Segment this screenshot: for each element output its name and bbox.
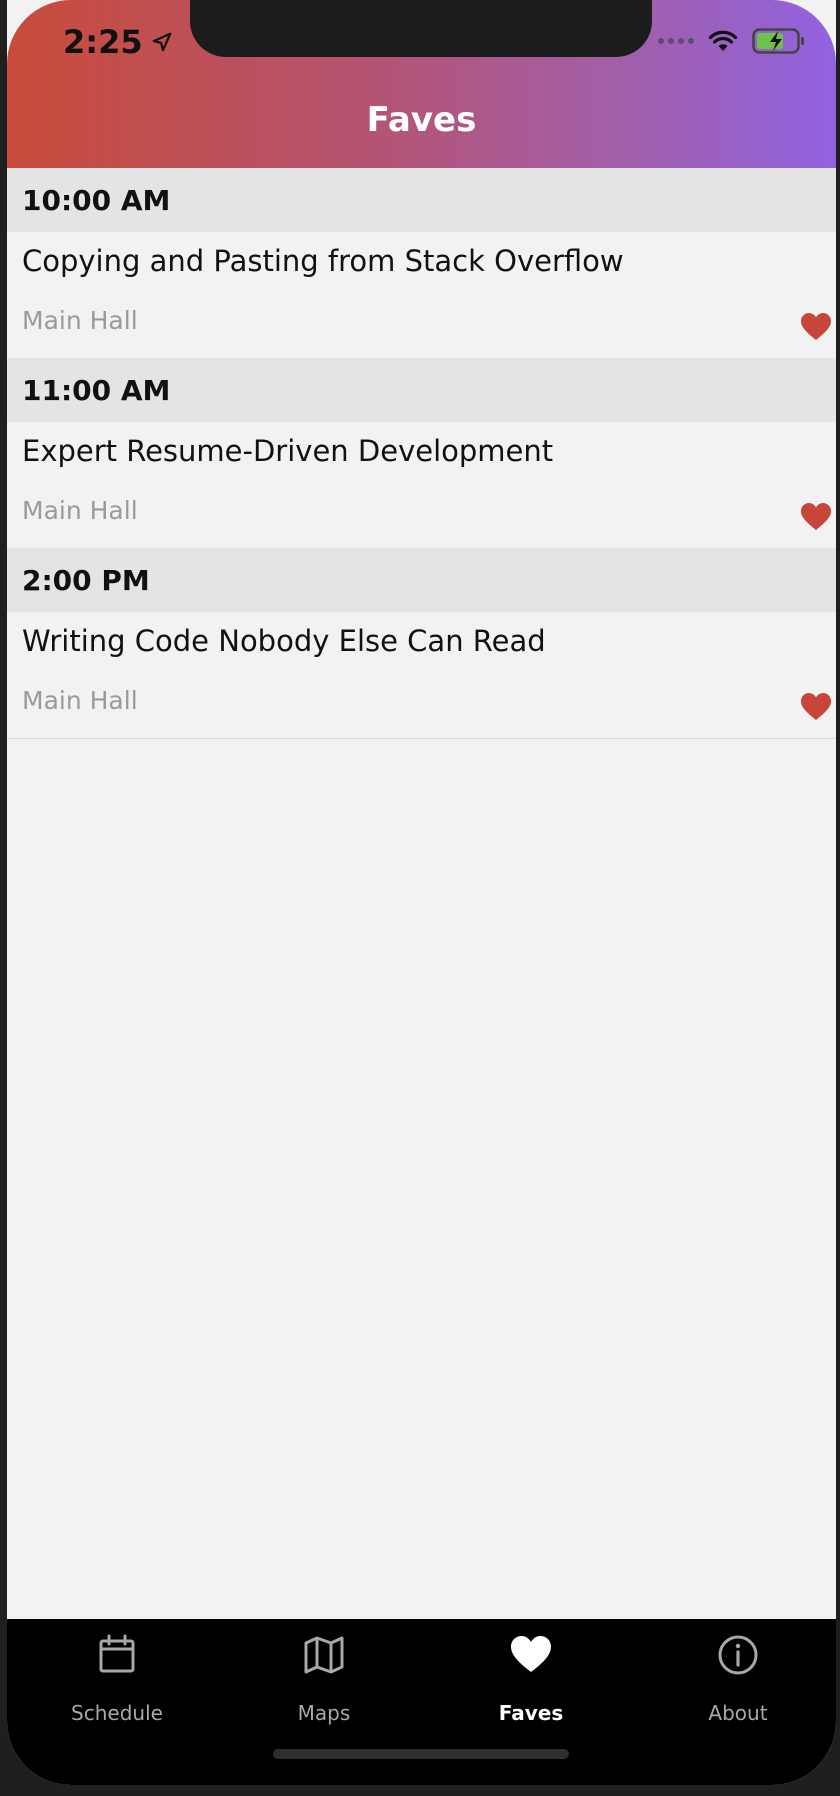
status-time-label: 2:25 [63,23,143,61]
device-notch [190,0,652,57]
faves-list: 10:00 AM Copying and Pasting from Stack … [7,168,836,739]
tab-label: Faves [498,1701,564,1725]
heart-icon[interactable] [800,502,832,532]
status-indicators [658,26,806,56]
tab-faves[interactable]: Faves [451,1619,611,1739]
session-title: Expert Resume-Driven Development [22,434,554,468]
heart-icon[interactable] [800,312,832,342]
section-header-time: 11:00 AM [7,358,836,422]
session-row[interactable]: Writing Code Nobody Else Can Read Main H… [7,612,836,738]
tab-label: Schedule [71,1701,163,1725]
tab-maps[interactable]: Maps [244,1619,404,1739]
cellular-signal-icon [658,38,694,44]
header-bar: 2:25 Faves [7,0,836,168]
section-header-time: 10:00 AM [7,168,836,232]
session-row[interactable]: Expert Resume-Driven Development Main Ha… [7,422,836,548]
tab-about[interactable]: About [658,1619,818,1739]
tab-label: Maps [297,1701,351,1725]
divider [7,738,836,739]
map-icon [304,1636,344,1674]
home-indicator[interactable] [273,1749,569,1759]
session-room: Main Hall [22,686,138,715]
session-title: Writing Code Nobody Else Can Read [22,624,546,658]
section-header-time: 2:00 PM [7,548,836,612]
session-room: Main Hall [22,306,138,335]
calendar-icon [99,1634,135,1673]
tab-bar: Schedule Maps Faves About [7,1619,836,1785]
location-arrow-icon [152,32,171,52]
session-row[interactable]: Copying and Pasting from Stack Overflow … [7,232,836,358]
tab-label: About [708,1701,768,1725]
page-title: Faves [366,100,477,140]
session-room: Main Hall [22,496,138,525]
status-time: 2:25 [63,20,173,64]
battery-charging-icon [752,28,804,54]
tab-schedule[interactable]: Schedule [37,1619,197,1739]
heart-icon [511,1636,551,1672]
session-title: Copying and Pasting from Stack Overflow [22,244,624,278]
heart-icon[interactable] [800,692,832,722]
info-icon [718,1635,758,1675]
wifi-icon [708,30,738,51]
phone-screen: 2:25 Faves 10:00 AM Copying and Pasting … [7,0,836,1785]
